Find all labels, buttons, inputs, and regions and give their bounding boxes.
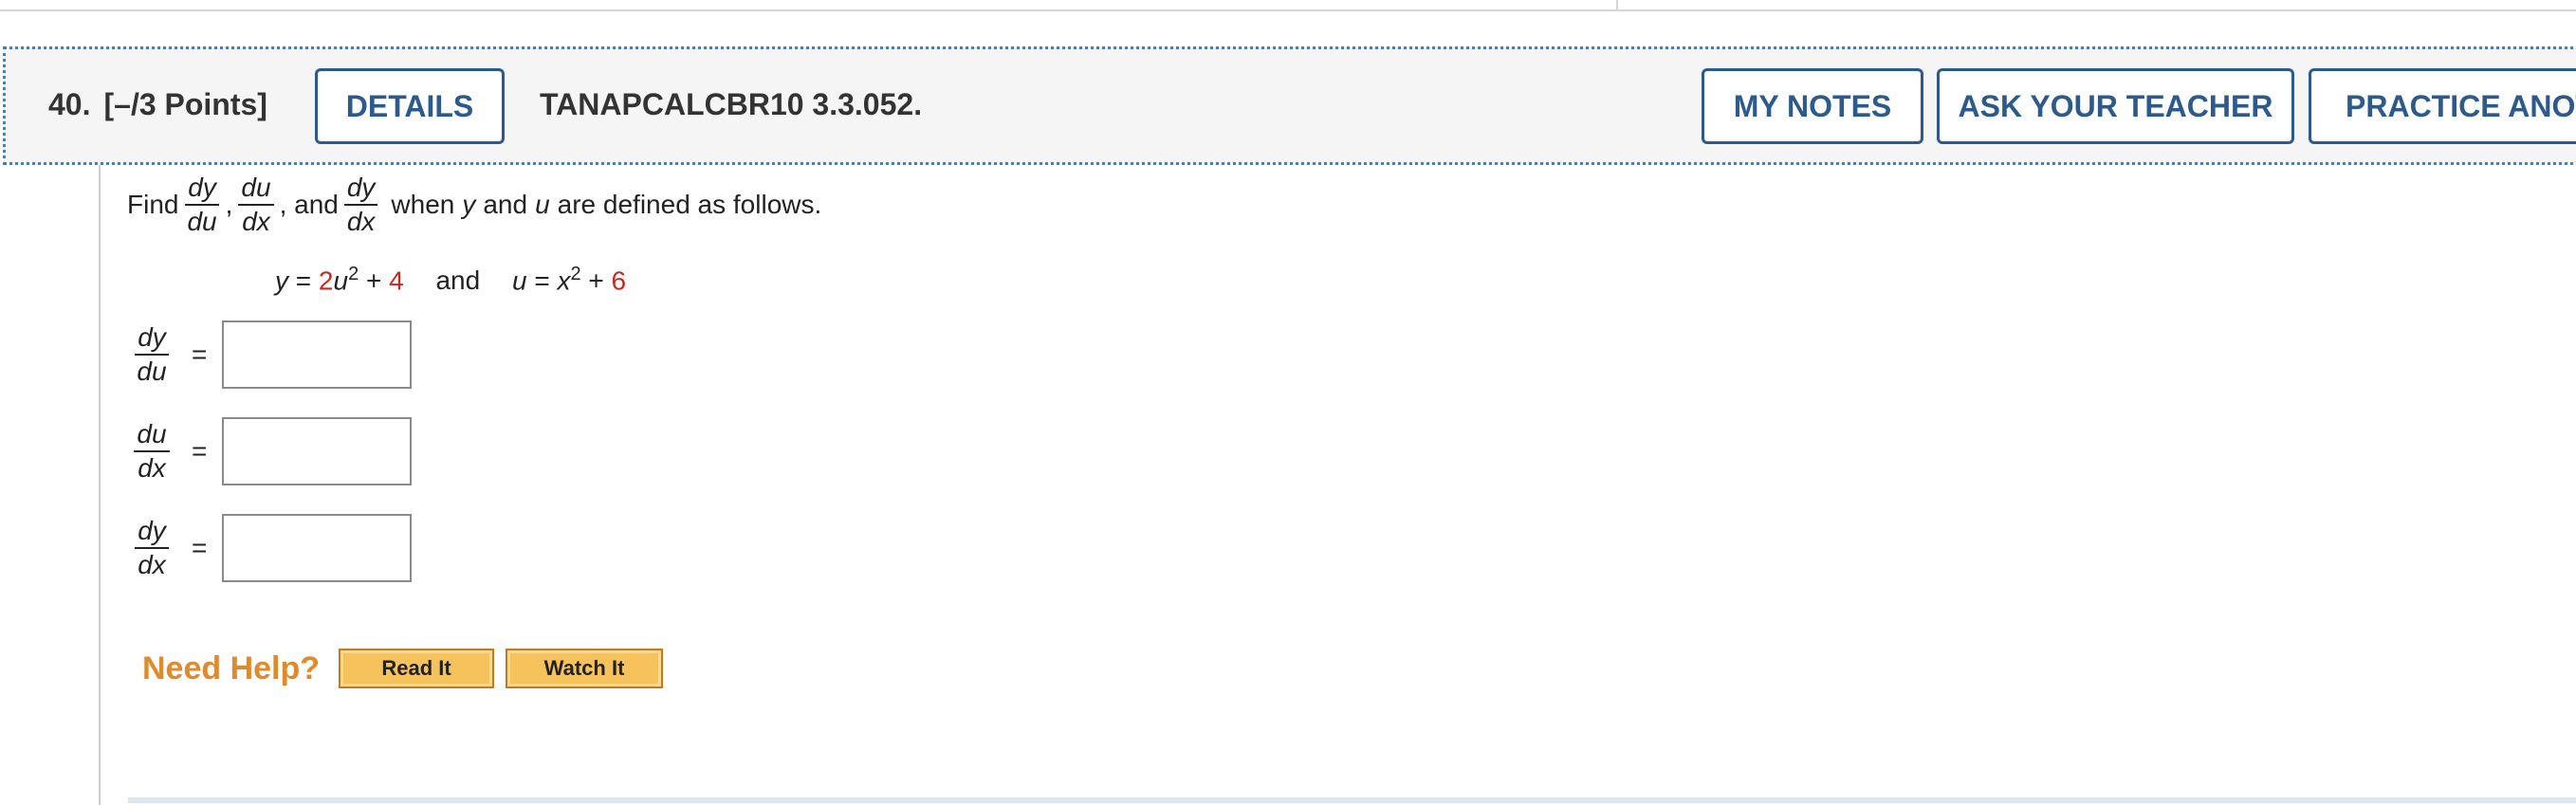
read-it-button[interactable]: Read It [339,649,495,688]
fraction-dy-dx: dy dx [343,172,378,238]
fraction-numerator: du [134,418,170,452]
eq-u-var: u [333,265,349,296]
fraction-denominator: du [137,357,167,386]
question-code: TANAPCALCBR10 3.3.052. [540,87,923,121]
answer-row-dy-du: dy du = [127,320,413,390]
eq-plus-2: + [580,265,612,296]
fraction-denominator: dx [138,550,166,579]
answer-fraction: dy dx [127,515,176,581]
answer-row-du-dx: du dx = [127,416,413,486]
answer-fraction: du dx [127,418,176,485]
column-divider [1616,0,1618,9]
details-button[interactable]: DETAILS [315,68,505,144]
eq-equals: = [288,265,319,296]
when-text: when [391,190,455,219]
need-help-section: Need Help? Read It Watch It [142,649,674,688]
eq-x-exponent: 2 [570,264,581,284]
eq-equals-2: = [526,265,558,296]
given-equations: y = 2u2 + 4 and u = x2 + 6 [275,264,626,296]
eq-and: and [435,265,481,296]
equals-sign: = [192,339,208,369]
eq-x-var: x [557,265,571,296]
fraction-numerator: dy [343,172,378,206]
eq-y-lhs: y [275,265,288,296]
question-header: 40. [–/3 Points] DETAILS TANAPCALCBR10 3.… [3,46,2576,165]
fraction-numerator: dy [185,172,219,206]
eq-plus: + [359,265,390,296]
problem-statement: Find dy du , du dx , and dy dx when y an… [127,169,829,241]
rest-text: are defined as follows. [557,190,822,219]
answer-input-dy-du[interactable] [222,320,413,389]
eq-constant-1: 4 [389,265,404,296]
my-notes-button[interactable]: MY NOTES [1702,68,1923,144]
section-bottom-rule [128,797,2576,803]
comma-and-text: , and [279,190,339,219]
need-help-label: Need Help? [142,649,321,686]
fraction-denominator: dx [138,453,166,483]
fraction-denominator: dx [242,207,270,236]
fraction-numerator: dy [135,515,169,549]
question-number-text: 40. [48,87,91,121]
ask-your-teacher-button[interactable]: ASK YOUR TEACHER [1937,68,2294,144]
fraction-numerator: dy [135,321,169,356]
equals-sign: = [192,436,208,466]
find-text: Find [127,190,179,219]
and-text: and [483,190,528,219]
previous-question-strip [0,0,2576,11]
eq-constant-2: 6 [611,265,627,296]
fraction-denominator: dx [346,207,376,236]
practice-another-button[interactable]: PRACTICE ANOT [2309,68,2576,144]
eq-u-lhs: u [511,265,527,296]
points-label: [–/3 Points] [103,87,267,121]
eq-coefficient: 2 [318,265,334,296]
answer-row-dy-dx: dy dx = [127,513,413,583]
fraction-denominator: du [187,207,217,236]
question-left-rule [99,165,101,805]
fraction-du-dx: du dx [238,172,274,238]
variable-u: u [535,190,550,219]
fraction-numerator: du [238,172,274,206]
answer-input-du-dx[interactable] [222,417,413,485]
watch-it-button[interactable]: Watch It [506,649,664,688]
fraction-dy-du: dy du [184,172,219,238]
variable-y: y [462,190,476,219]
answer-fraction: dy du [127,321,176,388]
eq-u-exponent: 2 [348,264,359,284]
equals-sign: = [192,533,208,562]
answer-input-dy-dx[interactable] [222,514,413,582]
comma-text: , [225,190,233,219]
question-number: 40. [–/3 Points] [48,87,267,122]
